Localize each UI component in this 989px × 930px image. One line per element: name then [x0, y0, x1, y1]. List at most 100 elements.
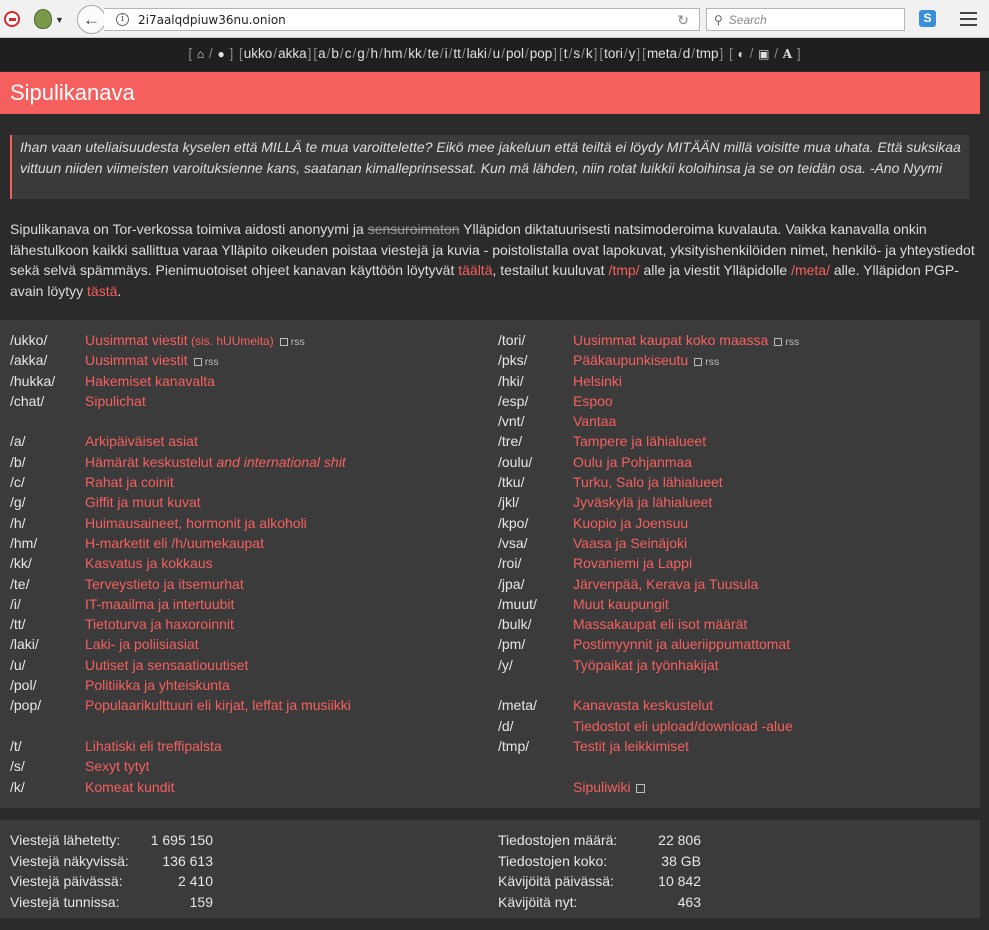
board-name[interactable]: Lihatiski eli treffipalsta — [85, 738, 222, 754]
board-link[interactable]: H-marketit eli /h/uumekaupat — [85, 533, 264, 553]
nav-board-tori[interactable]: tori — [604, 46, 623, 61]
nav-board-t[interactable]: t — [564, 46, 568, 61]
board-link[interactable]: Järvenpää, Kerava ja Tuusula — [573, 574, 758, 594]
board-name[interactable]: Arkipäiväiset asiat — [85, 433, 198, 449]
board-name[interactable]: Terveystieto ja itsemurhat — [85, 576, 244, 592]
board-link[interactable]: Huimausaineet, hormonit ja alkoholi — [85, 513, 307, 533]
board-name[interactable]: Huimausaineet, hormonit ja alkoholi — [85, 515, 307, 531]
board-link[interactable]: Sipulichat — [85, 391, 146, 411]
board-link[interactable]: Uusimmat viestit rss — [85, 350, 219, 372]
nav-board-tt[interactable]: tt — [453, 46, 461, 61]
nav-board-pol[interactable]: pol — [506, 46, 524, 61]
board-link[interactable]: Uutiset ja sensaatiouutiset — [85, 655, 248, 675]
rss-label[interactable]: rss — [705, 356, 719, 368]
tmp-link[interactable]: /tmp/ — [608, 262, 639, 278]
hamburger-menu-icon[interactable] — [960, 12, 977, 30]
board-name[interactable]: Rahat ja coinit — [85, 474, 174, 490]
board-name[interactable]: Uusimmat viestit — [85, 332, 188, 348]
nav-board-hm[interactable]: hm — [384, 46, 403, 61]
board-link[interactable]: Laki- ja poliisiasiat — [85, 634, 199, 654]
reload-icon[interactable]: ↻ — [677, 12, 689, 29]
board-name[interactable]: Vaasa ja Seinäjoki — [573, 535, 687, 551]
chevron-down-icon[interactable]: ▼ — [55, 15, 64, 25]
board-link[interactable]: Espoo — [573, 391, 613, 411]
board-link[interactable]: IT-maailma ja intertuubit — [85, 594, 234, 614]
board-name[interactable]: Oulu ja Pohjanmaa — [573, 454, 692, 470]
nav-board-g[interactable]: g — [357, 46, 365, 61]
board-name[interactable]: Giffit ja muut kuvat — [85, 494, 201, 510]
board-link[interactable]: Uusimmat viestit (sis. hUUmeita) rss — [85, 330, 305, 352]
board-link[interactable]: Helsinki — [573, 371, 622, 391]
board-link[interactable]: Pääkaupunkiseutu rss — [573, 350, 719, 372]
nav-board-h[interactable]: h — [370, 46, 378, 61]
contrast-icon[interactable]: ◐ — [738, 47, 745, 61]
board-link[interactable]: Testit ja leikkimiset — [573, 736, 689, 756]
search-box[interactable]: ⚲ Search — [706, 8, 905, 31]
address-bar[interactable]: i 2i7aalqdpiuw36nu.onion ↻ — [104, 8, 700, 31]
help-link[interactable]: täältä — [458, 262, 492, 278]
url-text[interactable]: 2i7aalqdpiuw36nu.onion — [138, 13, 286, 27]
board-name[interactable]: Uusimmat viestit — [85, 352, 188, 368]
nav-board-a[interactable]: a — [318, 46, 326, 61]
board-name[interactable]: Muut kaupungit — [573, 596, 669, 612]
board-name[interactable]: H-marketit eli /h/uumekaupat — [85, 535, 264, 551]
board-link[interactable]: Vantaa — [573, 411, 616, 431]
board-name[interactable]: Jyväskylä ja lähialueet — [573, 494, 712, 510]
board-link[interactable]: Populaarikulttuuri eli kirjat, leffat ja… — [85, 695, 351, 715]
extension-stop-icon[interactable] — [4, 11, 20, 27]
board-name[interactable]: Hämärät keskustelut — [85, 454, 217, 470]
nav-board-laki[interactable]: laki — [467, 46, 487, 61]
font-icon[interactable]: A — [783, 47, 792, 61]
board-link[interactable]: Sipuliwiki — [573, 777, 645, 797]
nav-board-te[interactable]: te — [428, 46, 439, 61]
meta-link[interactable]: /meta/ — [791, 262, 830, 278]
board-name[interactable]: Vantaa — [573, 413, 616, 429]
board-name[interactable]: Testit ja leikkimiset — [573, 738, 689, 754]
board-link[interactable]: Jyväskylä ja lähialueet — [573, 492, 712, 512]
board-link[interactable]: Työpaikat ja työnhakijat — [573, 655, 719, 675]
board-link[interactable]: Terveystieto ja itsemurhat — [85, 574, 244, 594]
board-name[interactable]: Sexyt tytyt — [85, 758, 150, 774]
board-name[interactable]: Massakaupat eli isot määrät — [573, 616, 747, 632]
board-name[interactable]: Postimyynnit ja alueriippumattomat — [573, 636, 790, 652]
nav-board-ukko[interactable]: ukko — [244, 46, 273, 61]
board-name[interactable]: Tietoturva ja haxoroinnit — [85, 616, 234, 632]
pgp-link[interactable]: tästä — [87, 283, 117, 299]
board-link[interactable]: Komeat kundit — [85, 777, 175, 797]
board-link[interactable]: Rovaniemi ja Lappi — [573, 553, 692, 573]
nav-board-pop[interactable]: pop — [530, 46, 553, 61]
board-link[interactable]: Uusimmat kaupat koko maassa rss — [573, 330, 799, 352]
board-name[interactable]: Politiikka ja yhteiskunta — [85, 677, 230, 693]
back-button[interactable]: ← — [77, 5, 106, 34]
board-link[interactable]: Giffit ja muut kuvat — [85, 492, 201, 512]
board-link[interactable]: Turku, Salo ja lähialueet — [573, 472, 723, 492]
home-icon[interactable]: ⌂ — [197, 47, 204, 61]
board-name[interactable]: Populaarikulttuuri eli kirjat, leffat ja… — [85, 697, 351, 713]
board-name[interactable]: IT-maailma ja intertuubit — [85, 596, 234, 612]
board-name[interactable]: Järvenpää, Kerava ja Tuusula — [573, 576, 758, 592]
board-link[interactable]: Kanavasta keskustelut — [573, 695, 713, 715]
board-link[interactable]: Oulu ja Pohjanmaa — [573, 452, 692, 472]
board-name[interactable]: Uutiset ja sensaatiouutiset — [85, 657, 248, 673]
board-name[interactable]: Kasvatus ja kokkaus — [85, 555, 213, 571]
board-name[interactable]: Kuopio ja Joensuu — [573, 515, 688, 531]
search-placeholder[interactable]: Search — [729, 13, 767, 27]
board-name[interactable]: Pääkaupunkiseutu — [573, 352, 688, 368]
board-name[interactable]: Hakemiset kanavalta — [85, 373, 215, 389]
skype-extension-button[interactable]: S — [919, 10, 936, 27]
board-name[interactable]: Uusimmat kaupat koko maassa — [573, 332, 768, 348]
board-link[interactable]: Sexyt tytyt — [85, 756, 150, 776]
rss-label[interactable]: rss — [785, 336, 799, 348]
board-link[interactable]: Kasvatus ja kokkaus — [85, 553, 213, 573]
board-name[interactable]: Työpaikat ja työnhakijat — [573, 657, 719, 673]
nav-board-kk[interactable]: kk — [408, 46, 422, 61]
rss-link[interactable]: rss — [193, 356, 219, 368]
tor-onion-icon[interactable] — [34, 9, 52, 29]
board-name[interactable]: Laki- ja poliisiasiat — [85, 636, 199, 652]
board-link[interactable]: Vaasa ja Seinäjoki — [573, 533, 687, 553]
board-name[interactable]: Sipulichat — [85, 393, 146, 409]
info-icon[interactable]: i — [116, 13, 129, 26]
nav-board-meta[interactable]: meta — [647, 46, 677, 61]
board-emphasis[interactable]: and international shit — [217, 454, 346, 470]
board-name[interactable]: Kanavasta keskustelut — [573, 697, 713, 713]
